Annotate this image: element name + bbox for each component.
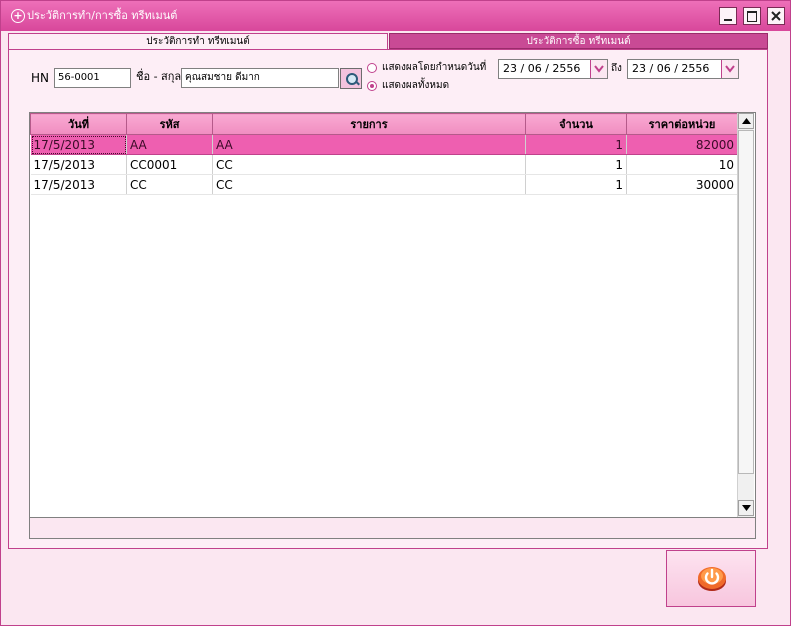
cell-date: 17/5/2013 (30, 174, 127, 195)
table-row[interactable]: 17/5/2013 AA AA 1 82000 (30, 134, 738, 155)
vertical-scrollbar[interactable] (737, 113, 754, 517)
cell-code: CC0001 (126, 154, 213, 175)
col-header-date[interactable]: วันที่ (30, 113, 127, 135)
col-header-price[interactable]: ราคาต่อหน่วย (626, 113, 738, 135)
scroll-up-button[interactable] (738, 113, 754, 129)
cell-item: CC (212, 174, 526, 195)
close-icon (771, 11, 781, 21)
minimize-button[interactable] (719, 7, 737, 25)
name-label: ชื่อ - สกุล (136, 70, 182, 83)
col-header-code[interactable]: รหัส (126, 113, 213, 135)
radio-show-all[interactable] (367, 81, 377, 91)
history-table[interactable]: วันที่ รหัส รายการ จำนวน ราคาต่อหน่วย 17… (29, 112, 756, 518)
title-bar[interactable]: + ประวัติการทำ/การซื้อ ทรีทเมนต์ (1, 1, 790, 31)
arrow-down-icon (742, 505, 751, 511)
table-row[interactable]: 17/5/2013 CC CC 1 30000 (30, 174, 738, 195)
hn-label: HN (31, 71, 49, 85)
hn-field[interactable]: 56-0001 (54, 68, 131, 88)
col-header-qty[interactable]: จำนวน (525, 113, 627, 135)
chevron-down-icon (725, 65, 735, 73)
name-field[interactable]: คุณสมชาย ดีมาก (181, 68, 339, 88)
tab-treatment-history[interactable]: ประวัติการทำ ทรีทเมนต์ (8, 33, 388, 49)
close-button[interactable] (767, 7, 785, 25)
date-to-value: 23 / 06 / 2556 (632, 62, 710, 75)
cell-price: 30000 (626, 174, 738, 195)
cell-code: CC (126, 174, 213, 195)
col-header-item[interactable]: รายการ (212, 113, 526, 135)
exit-button[interactable] (666, 550, 756, 607)
tab-purchase-history[interactable]: ประวัติการซื้อ ทรีทเมนต์ (389, 33, 768, 49)
cell-qty: 1 (525, 174, 627, 195)
maximize-button[interactable] (743, 7, 761, 25)
search-button[interactable] (340, 68, 362, 89)
radio-by-date-label: แสดงผลโดยกำหนดวันที่ (382, 62, 487, 73)
scroll-down-button[interactable] (738, 500, 754, 516)
cell-date: 17/5/2013 (30, 134, 127, 155)
cell-price: 10 (626, 154, 738, 175)
scroll-thumb[interactable] (738, 130, 754, 474)
date-from-value: 23 / 06 / 2556 (503, 62, 581, 75)
cell-qty: 1 (525, 154, 627, 175)
radio-show-all-label: แสดงผลทั้งหมด (382, 80, 450, 91)
cell-date: 17/5/2013 (30, 154, 127, 175)
to-label: ถึง (611, 63, 622, 74)
power-icon (698, 567, 726, 591)
cell-item: CC (212, 154, 526, 175)
cell-code: AA (126, 134, 213, 155)
cell-item: AA (212, 134, 526, 155)
main-window: + ประวัติการทำ/การซื้อ ทรีทเมนต์ ประวัติ… (0, 0, 791, 626)
cell-qty: 1 (525, 134, 627, 155)
date-from-picker[interactable]: 23 / 06 / 2556 (498, 59, 608, 79)
plus-circle-icon: + (11, 9, 25, 23)
table-header-row: วันที่ รหัส รายการ จำนวน ราคาต่อหน่วย (30, 113, 738, 135)
date-from-dropdown[interactable] (590, 60, 607, 78)
date-to-picker[interactable]: 23 / 06 / 2556 (627, 59, 739, 79)
table-row[interactable]: 17/5/2013 CC0001 CC 1 10 (30, 154, 738, 175)
date-to-dropdown[interactable] (721, 60, 738, 78)
cell-price: 82000 (626, 134, 738, 155)
radio-by-date[interactable] (367, 63, 377, 73)
chevron-down-icon (594, 65, 604, 73)
table-footer (29, 518, 756, 539)
arrow-up-icon (742, 118, 751, 124)
window-title: ประวัติการทำ/การซื้อ ทรีทเมนต์ (27, 9, 178, 22)
